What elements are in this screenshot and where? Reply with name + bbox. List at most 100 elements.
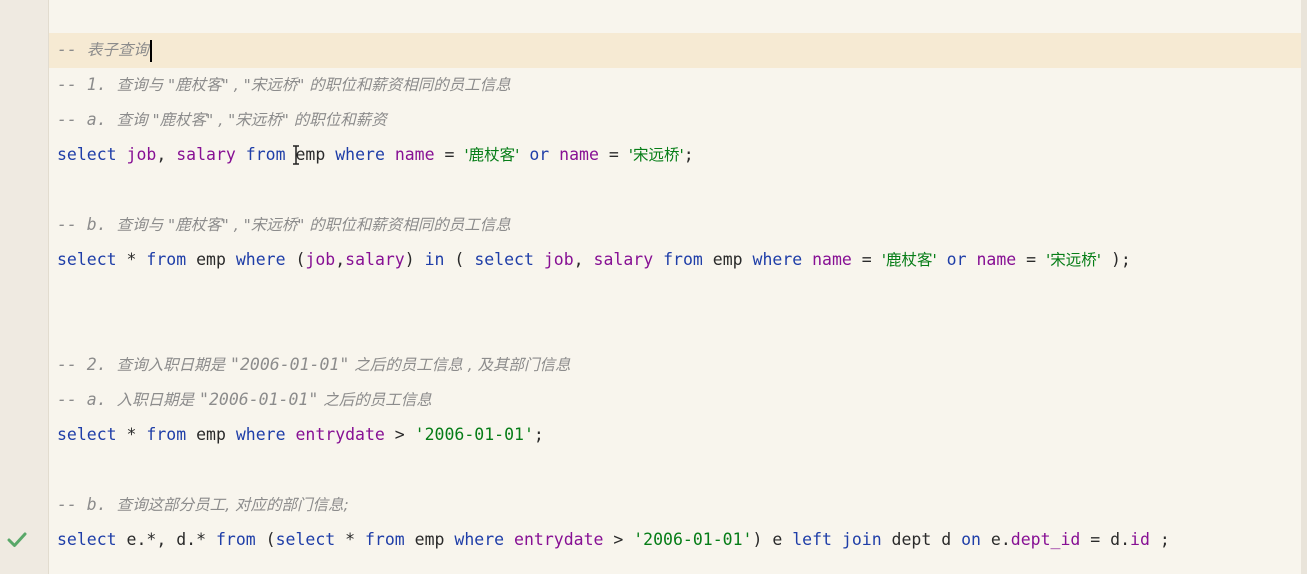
editor-gutter[interactable] — [0, 0, 49, 574]
code-token: ( — [444, 250, 475, 269]
code-token: -- b. — [57, 215, 117, 234]
code-token: * — [116, 250, 147, 269]
code-line[interactable]: -- a. 入职日期是 "2006-01-01" 之后的员工信息 — [57, 382, 432, 417]
code-token: select — [57, 425, 117, 444]
code-token: job — [126, 145, 157, 164]
code-token: = — [1016, 250, 1047, 269]
code-token: * — [116, 425, 147, 444]
code-token: ( — [285, 250, 306, 269]
code-line[interactable]: -- a. 查询 "鹿杖客" , "宋远桥" 的职位和薪资 — [57, 102, 387, 137]
code-line[interactable]: select * from emp where (job,salary) in … — [57, 242, 1131, 277]
code-token: on — [961, 530, 981, 549]
code-token: '2006-01-01' — [414, 425, 534, 444]
current-line-highlight — [0, 33, 1301, 68]
code-token: name — [394, 145, 435, 164]
code-token: job — [305, 250, 336, 269]
code-token: emp — [186, 250, 236, 269]
code-token: -- b. — [57, 495, 117, 514]
code-token: ) e — [752, 530, 793, 549]
code-token: ( — [255, 530, 276, 549]
code-token: "2006-01-01" — [230, 355, 350, 374]
code-token: where — [235, 425, 286, 444]
code-token: > — [603, 530, 634, 549]
code-token: -- a. — [57, 110, 117, 129]
code-token: > — [384, 425, 415, 444]
code-token: = d. — [1080, 530, 1131, 549]
code-token: -- — [57, 40, 87, 59]
code-token: entrydate — [514, 530, 604, 549]
code-token: = — [434, 145, 465, 164]
code-line[interactable]: -- 表子查询 — [57, 32, 152, 67]
code-editor[interactable]: -- 表子查询 -- 1. 查询与 "鹿杖客" , "宋远桥" 的职位和薪资相同的… — [0, 0, 1307, 574]
code-token: 查询与 "鹿杖客" , "宋远桥" 的职位和薪资相同的员工信息 — [116, 216, 511, 234]
code-token: name — [976, 250, 1017, 269]
code-token: emp — [702, 250, 753, 269]
code-token: -- 2. — [57, 355, 117, 374]
code-token: select — [57, 145, 127, 164]
code-token: '鹿杖客' — [881, 251, 937, 269]
code-token: job — [543, 250, 574, 269]
code-token: where — [752, 250, 803, 269]
code-token: select — [57, 250, 117, 269]
code-token: , — [156, 145, 177, 164]
code-token: 之后的员工信息 , 及其部门信息 — [349, 356, 571, 374]
code-token: ; — [533, 425, 544, 444]
code-line[interactable]: select * from emp where entrydate > '200… — [57, 417, 544, 452]
code-token: id — [1130, 530, 1150, 549]
code-token: emp — [404, 530, 455, 549]
code-token: * — [335, 530, 365, 549]
code-token: select — [275, 530, 336, 549]
code-token: dept d — [881, 530, 962, 549]
code-token: = — [851, 250, 882, 269]
code-token: 表子查询 — [86, 41, 149, 59]
code-line[interactable]: -- 2. 查询入职日期是 "2006-01-01" 之后的员工信息 , 及其部… — [57, 347, 570, 382]
text-caret — [149, 39, 152, 62]
code-token: from — [146, 250, 187, 269]
code-line[interactable]: -- b. 查询这部分员工, 对应的部门信息; — [57, 487, 349, 522]
code-token: from — [663, 250, 703, 269]
code-token: salary — [176, 145, 236, 164]
code-line[interactable]: -- b. 查询与 "鹿杖客" , "宋远桥" 的职位和薪资相同的员工信息 — [57, 207, 511, 242]
code-token: 入职日期是 — [116, 391, 200, 409]
text-cursor-icon — [293, 145, 299, 165]
scrollbar-track[interactable] — [1301, 0, 1307, 574]
code-line[interactable]: select e.*, d.* from (select * from emp … — [57, 522, 1170, 557]
code-token: or — [529, 145, 550, 164]
code-token: salary — [593, 250, 654, 269]
code-token: name — [812, 250, 852, 269]
code-token: 查询入职日期是 — [116, 356, 231, 374]
code-token: -- 1. — [57, 75, 117, 94]
checkmark-icon — [7, 532, 27, 547]
code-token: in — [424, 250, 445, 269]
code-token: select — [57, 530, 117, 549]
code-token: salary — [345, 250, 405, 269]
code-token: ) — [404, 250, 425, 269]
code-token: "2006-01-01" — [199, 390, 319, 409]
code-token: , — [335, 250, 346, 269]
code-line[interactable]: select job, salary from emp where name =… — [57, 137, 694, 172]
code-token: where — [335, 145, 385, 164]
code-token: from — [365, 530, 405, 549]
code-line[interactable]: -- 1. 查询与 "鹿杖客" , "宋远桥" 的职位和薪资相同的员工信息 — [57, 67, 511, 102]
code-token: entrydate — [295, 425, 385, 444]
code-token: from — [215, 530, 256, 549]
code-token: e.*, d.* — [116, 530, 216, 549]
code-token: where — [235, 250, 286, 269]
code-token: , — [573, 250, 594, 269]
code-token: = — [598, 145, 629, 164]
code-token: ; — [683, 145, 694, 164]
code-token: 查询与 "鹿杖客" , "宋远桥" 的职位和薪资相同的员工信息 — [116, 76, 511, 94]
code-token: or — [946, 250, 967, 269]
code-token: '宋远桥' — [628, 146, 684, 164]
